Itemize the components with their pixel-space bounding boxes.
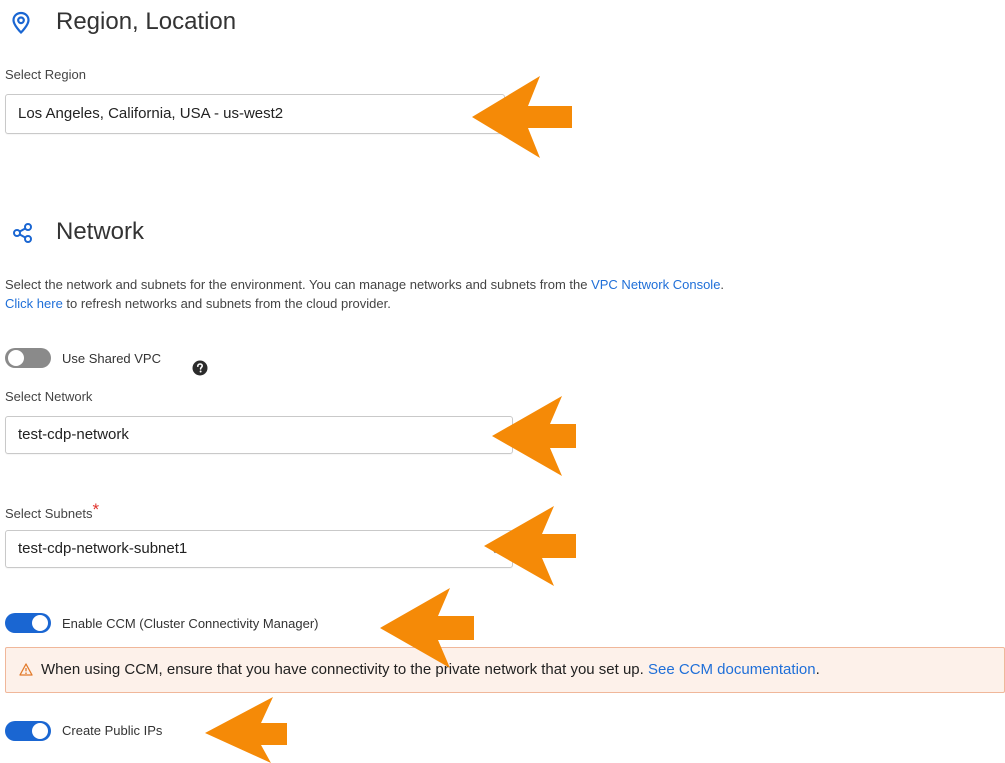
network-select-value: test-cdp-network	[18, 426, 129, 443]
arrow-left-icon	[484, 506, 576, 586]
arrow-left-icon	[492, 396, 576, 476]
create-public-ips-label: Create Public IPs	[62, 723, 163, 738]
refresh-description-text: to refresh networks and subnets from the…	[62, 296, 391, 311]
arrow-left-icon	[472, 76, 572, 158]
network-description: Select the network and subnets for the e…	[5, 275, 995, 313]
select-region-label: Select Region	[5, 67, 86, 82]
arrow-left-icon	[205, 697, 287, 763]
toggle-knob	[32, 615, 48, 631]
network-section-title: Network	[56, 218, 145, 245]
toggle-knob	[8, 350, 24, 366]
ccm-documentation-link[interactable]: See CCM documentation	[648, 661, 816, 678]
ccm-warning-period: .	[815, 661, 820, 678]
share-network-icon	[13, 223, 32, 243]
question-circle-icon[interactable]	[192, 360, 208, 376]
required-asterisk: *	[92, 500, 100, 519]
arrow-left-icon	[380, 588, 474, 668]
ccm-warning-alert: When using CCM, ensure that you have con…	[5, 647, 1005, 693]
location-pin-icon	[12, 11, 30, 35]
shared-vpc-label: Use Shared VPC	[62, 351, 161, 366]
region-section-title: Region, Location	[56, 8, 237, 35]
subnets-select-value: test-cdp-network-subnet1	[18, 540, 188, 557]
ccm-warning-text: When using CCM, ensure that you have con…	[41, 661, 648, 678]
select-subnets-label: Select Subnets	[5, 506, 93, 521]
network-description-period: .	[720, 277, 725, 292]
vpc-network-console-link[interactable]: VPC Network Console	[591, 277, 720, 292]
enable-ccm-label: Enable CCM (Cluster Connectivity Manager…	[62, 616, 319, 631]
enable-ccm-toggle[interactable]	[5, 613, 51, 633]
select-subnets-label-wrap: Select Subnets*	[5, 500, 100, 523]
shared-vpc-toggle[interactable]	[5, 348, 51, 368]
create-public-ips-toggle[interactable]	[5, 721, 51, 741]
network-select[interactable]: test-cdp-network	[5, 416, 513, 454]
network-description-text: Select the network and subnets for the e…	[5, 277, 592, 292]
region-select-value: Los Angeles, California, USA - us-west2	[18, 105, 284, 122]
select-network-label: Select Network	[5, 389, 93, 404]
warning-triangle-icon	[19, 663, 33, 676]
subnets-select[interactable]: test-cdp-network-subnet1	[5, 530, 513, 568]
toggle-knob	[32, 723, 48, 739]
refresh-networks-link[interactable]: Click here	[5, 296, 63, 311]
region-select[interactable]: Los Angeles, California, USA - us-west2	[5, 94, 505, 134]
